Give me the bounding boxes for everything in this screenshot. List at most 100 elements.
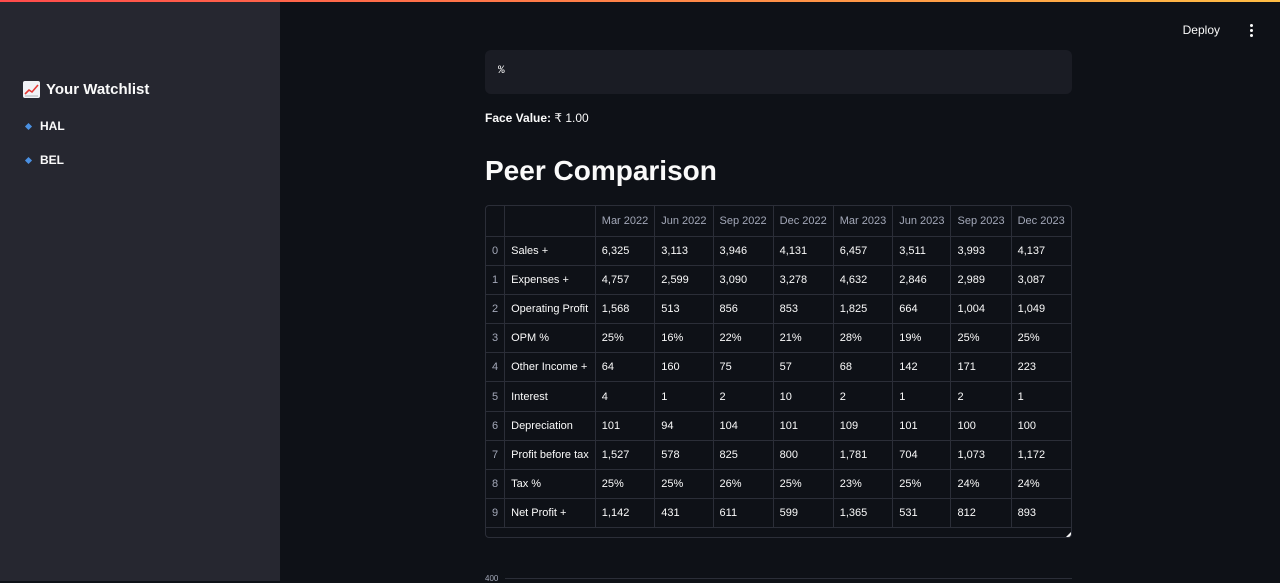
table-cell[interactable]: 24% (1011, 469, 1071, 500)
table-cell[interactable]: 19% (892, 323, 952, 354)
table-cell[interactable]: 10 (773, 381, 834, 412)
table-cell[interactable]: 160 (654, 352, 714, 383)
table-cell[interactable]: 3,278 (773, 265, 834, 295)
table-cell[interactable]: 825 (713, 440, 774, 471)
table-cell[interactable]: 2,599 (654, 265, 714, 295)
table-cell[interactable]: 28% (833, 323, 894, 354)
column-header[interactable]: Sep 2022 (713, 206, 774, 237)
table-cell[interactable]: 2 (833, 381, 894, 412)
table-cell[interactable]: 22% (713, 323, 774, 354)
table-cell[interactable]: 1,365 (833, 498, 894, 529)
table-cell[interactable]: 3,511 (892, 236, 952, 266)
table-cell[interactable]: 4,137 (1011, 236, 1071, 266)
table-row[interactable]: 6 Depreciation 101 94 104 101 109 101 100 100 (486, 411, 1071, 441)
table-cell[interactable]: 68 (833, 352, 894, 383)
table-cell[interactable]: 57 (773, 352, 834, 383)
table-cell[interactable]: 1,142 (595, 498, 656, 529)
row-label[interactable]: Profit before tax (504, 440, 596, 471)
table-cell[interactable]: 2 (713, 381, 774, 412)
table-cell[interactable]: 3,946 (713, 236, 774, 266)
table-cell[interactable]: 1,172 (1011, 440, 1071, 471)
table-cell[interactable]: 104 (713, 411, 774, 441)
table-cell[interactable]: 25% (654, 469, 714, 500)
table-cell[interactable]: 3,993 (950, 236, 1012, 266)
table-cell[interactable]: 2,989 (950, 265, 1012, 295)
table-cell[interactable]: 800 (773, 440, 834, 471)
table-cell[interactable]: 1 (654, 381, 714, 412)
table-cell[interactable]: 25% (950, 323, 1012, 354)
table-cell[interactable]: 599 (773, 498, 834, 529)
table-cell[interactable]: 4,757 (595, 265, 656, 295)
column-header[interactable]: Mar 2022 (595, 206, 656, 237)
row-label[interactable]: Depreciation (504, 411, 596, 441)
column-header[interactable]: Dec 2023 (1011, 206, 1071, 237)
table-cell[interactable]: 611 (713, 498, 774, 529)
deploy-button[interactable]: Deploy (1183, 23, 1220, 37)
table-cell[interactable]: 893 (1011, 498, 1071, 529)
table-cell[interactable]: 531 (892, 498, 952, 529)
table-cell[interactable]: 25% (892, 469, 952, 500)
table-cell[interactable]: 25% (595, 469, 656, 500)
table-cell[interactable]: 856 (713, 294, 774, 325)
table-cell[interactable]: 513 (654, 294, 714, 325)
table-cell[interactable]: 1,527 (595, 440, 656, 471)
row-label[interactable]: Operating Profit (504, 294, 596, 325)
row-label[interactable]: Expenses + (504, 265, 596, 295)
more-vertical-icon[interactable] (1244, 22, 1258, 38)
row-label[interactable]: Sales + (504, 236, 596, 266)
table-cell[interactable]: 101 (595, 411, 656, 441)
table-cell[interactable]: 223 (1011, 352, 1071, 383)
table-cell[interactable]: 64 (595, 352, 656, 383)
table-cell[interactable]: 812 (950, 498, 1012, 529)
table-cell[interactable]: 3,090 (713, 265, 774, 295)
table-row[interactable]: 4 Other Income +64 160 75 57 68 142 171 223 (486, 352, 1071, 383)
table-cell[interactable]: 1,073 (950, 440, 1012, 471)
row-label[interactable]: Interest (504, 381, 596, 412)
table-cell[interactable]: 2,846 (892, 265, 952, 295)
data-table-container[interactable]: Mar 2022 Jun 2022 Sep 2022 Dec 2022 Mar 2023… (485, 205, 1072, 538)
table-cell[interactable]: 26% (713, 469, 774, 500)
table-cell[interactable]: 25% (595, 323, 656, 354)
table-cell[interactable]: 3,087 (1011, 265, 1071, 295)
row-label[interactable]: OPM % (504, 323, 596, 354)
watchlist-item-hal[interactable]: HAL (24, 119, 65, 133)
table-cell[interactable]: 75 (713, 352, 774, 383)
table-cell[interactable]: 101 (773, 411, 834, 441)
table-cell[interactable]: 1 (892, 381, 952, 412)
resize-handle[interactable] (1066, 532, 1071, 537)
table-cell[interactable]: 2 (950, 381, 1012, 412)
table-row[interactable]: 7 Profit before tax 1,527 578 825 800 1,781 704… (486, 440, 1071, 471)
table-cell[interactable]: 4,632 (833, 265, 894, 295)
table-cell[interactable]: 171 (950, 352, 1012, 383)
row-label[interactable]: Other Income + (504, 352, 596, 383)
table-row[interactable]: 9 Net Profit +1,142 431 611 599 1,365 531 812 89… (486, 498, 1071, 529)
table-cell[interactable]: 4,131 (773, 236, 834, 266)
table-cell[interactable]: 16% (654, 323, 714, 354)
row-label[interactable]: Net Profit + (504, 498, 596, 529)
table-cell[interactable]: 24% (950, 469, 1012, 500)
table-cell[interactable]: 25% (773, 469, 834, 500)
table-cell[interactable]: 578 (654, 440, 714, 471)
watchlist-item-bel[interactable]: BEL (24, 153, 64, 167)
row-label[interactable]: Tax % (504, 469, 596, 500)
table-row[interactable]: 2 Operating Profit 1,568 513 856 853 1,825 664 1… (486, 294, 1071, 325)
table-cell[interactable]: 1,781 (833, 440, 894, 471)
table-cell[interactable]: 1,049 (1011, 294, 1071, 325)
table-cell[interactable]: 664 (892, 294, 952, 325)
table-row[interactable]: 3 OPM % 25% 16% 22% 21% 28% 19% 25% 25% (486, 323, 1071, 354)
table-cell[interactable]: 431 (654, 498, 714, 529)
table-cell[interactable]: 1,825 (833, 294, 894, 325)
table-row[interactable]: 5 Interest 4 1 2 10 2 1 2 1 (486, 381, 1071, 412)
table-cell[interactable]: 704 (892, 440, 952, 471)
table-cell[interactable]: 101 (892, 411, 952, 441)
column-header[interactable]: Jun 2022 (654, 206, 714, 237)
table-row[interactable]: 8 Tax % 25% 25% 26% 25% 23% 25% 24% 24% (486, 469, 1071, 500)
column-header[interactable]: Sep 2023 (950, 206, 1012, 237)
table-cell[interactable]: 21% (773, 323, 834, 354)
table-cell[interactable]: 23% (833, 469, 894, 500)
table-cell[interactable]: 1,568 (595, 294, 656, 325)
table-cell[interactable]: 94 (654, 411, 714, 441)
column-header[interactable]: Jun 2023 (892, 206, 952, 237)
table-cell[interactable]: 853 (773, 294, 834, 325)
column-header[interactable]: Dec 2022 (773, 206, 834, 237)
